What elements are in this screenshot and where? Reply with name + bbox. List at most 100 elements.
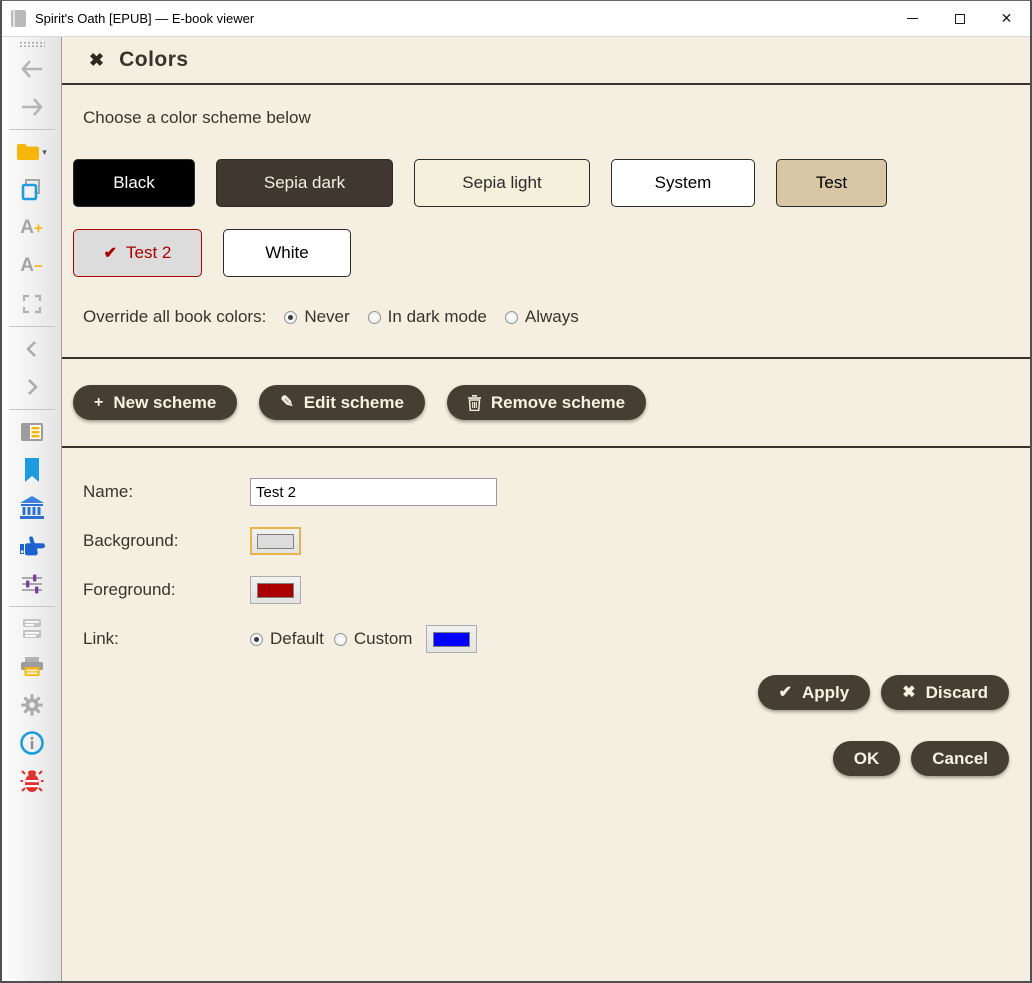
- ebook-viewer-window: Spirit's Oath [EPUB] — E-book viewer ✕ ▾: [0, 0, 1032, 983]
- info-icon: [19, 731, 44, 755]
- sidebar-separator: [8, 326, 55, 327]
- sidebar-separator: [8, 409, 55, 410]
- toolbar-sidebar: ▾ A+ A−: [2, 37, 62, 981]
- link-color-button[interactable]: [426, 625, 478, 653]
- stacked-panels-icon: [22, 619, 41, 638]
- forward-arrow-icon: [21, 98, 43, 116]
- scheme-button-sepia-dark[interactable]: Sepia dark: [216, 159, 393, 207]
- new-scheme-button[interactable]: + New scheme: [73, 385, 238, 420]
- panel-title: Colors: [119, 48, 189, 71]
- fullscreen-icon: [22, 294, 41, 314]
- scheme-button-black[interactable]: Black: [73, 159, 195, 207]
- scheme-actions-row: + New scheme ✎ Edit scheme Remove scheme: [62, 359, 1030, 446]
- info-button[interactable]: [10, 724, 54, 762]
- scheme-name-input[interactable]: [250, 478, 497, 506]
- edit-scheme-button[interactable]: ✎ Edit scheme: [259, 385, 425, 420]
- settings-button[interactable]: [10, 686, 54, 724]
- apply-discard-row: ✔ Apply ✖ Discard: [62, 674, 1030, 710]
- maximize-button[interactable]: [936, 1, 983, 37]
- section-separator: [62, 446, 1030, 448]
- titlebar: Spirit's Oath [EPUB] — E-book viewer ✕: [2, 1, 1030, 37]
- close-icon: ✕: [1000, 10, 1013, 26]
- check-icon: ✔: [778, 683, 792, 701]
- panel-close-icon[interactable]: ✖: [89, 50, 104, 71]
- sliders-icon: [21, 574, 42, 594]
- choose-scheme-label: Choose a color scheme below: [83, 108, 311, 127]
- link-option-custom[interactable]: Custom: [333, 629, 412, 649]
- ok-button[interactable]: OK: [832, 741, 901, 776]
- gear-icon: [20, 694, 43, 716]
- toolbar-drag-handle[interactable]: [18, 41, 45, 48]
- toc-icon: [20, 423, 43, 441]
- close-button[interactable]: ✕: [983, 1, 1030, 37]
- radio-icon[interactable]: [250, 632, 263, 646]
- reference-mode-button[interactable]: [10, 489, 54, 527]
- printer-icon: [20, 657, 43, 676]
- ok-cancel-row: OK Cancel: [62, 710, 1030, 776]
- library-bank-icon: [19, 496, 44, 519]
- scheme-button-system[interactable]: System: [611, 159, 755, 207]
- forward-button[interactable]: [10, 88, 54, 126]
- scheme-button-white[interactable]: White: [223, 229, 351, 277]
- chevron-right-icon: [27, 379, 38, 395]
- background-color-swatch: [257, 533, 294, 549]
- next-section-button[interactable]: [10, 368, 54, 406]
- pencil-icon: ✎: [280, 393, 294, 411]
- back-button[interactable]: [10, 50, 54, 88]
- radio-icon[interactable]: [333, 632, 347, 646]
- font-decrease-icon: A−: [20, 255, 43, 276]
- override-option-always[interactable]: Always: [504, 307, 579, 327]
- lookup-button[interactable]: [10, 527, 54, 565]
- link-color-swatch: [433, 631, 471, 647]
- apply-button[interactable]: ✔ Apply: [757, 675, 871, 710]
- font-increase-icon: A+: [20, 217, 43, 238]
- folder-dropdown-caret-icon: ▾: [42, 146, 47, 157]
- fullscreen-button[interactable]: [10, 285, 54, 323]
- sidebar-separator: [8, 606, 55, 607]
- table-of-contents-button[interactable]: [10, 413, 54, 451]
- cancel-button[interactable]: Cancel: [911, 741, 1009, 776]
- name-row: Name:: [83, 478, 1030, 506]
- copy-button[interactable]: [10, 171, 54, 209]
- window-title: Spirit's Oath [EPUB] — E-book viewer: [35, 11, 255, 26]
- font-decrease-button[interactable]: A−: [10, 247, 54, 285]
- inspector-button[interactable]: [10, 610, 54, 648]
- pointing-hand-icon: [19, 536, 45, 556]
- font-increase-button[interactable]: A+: [10, 209, 54, 247]
- link-label: Link:: [83, 629, 119, 648]
- radio-icon[interactable]: [284, 310, 298, 324]
- foreground-color-button[interactable]: [250, 576, 301, 604]
- foreground-row: Foreground:: [83, 576, 1030, 604]
- previous-section-button[interactable]: [10, 330, 54, 368]
- radio-icon[interactable]: [504, 310, 518, 324]
- scheme-button-test-2[interactable]: ✔ Test 2: [73, 229, 202, 277]
- minimize-button[interactable]: [889, 1, 936, 37]
- background-row: Background:: [83, 527, 1030, 555]
- scheme-list: Black Sepia dark Sepia light System Test…: [62, 159, 1030, 277]
- remove-scheme-button[interactable]: Remove scheme: [446, 385, 647, 420]
- override-colors-row: Override all book colors: Never In dark …: [83, 307, 1030, 327]
- foreground-color-swatch: [257, 582, 294, 598]
- copy-icon: [21, 179, 40, 201]
- scheme-button-test[interactable]: Test: [776, 159, 887, 207]
- chevron-left-icon: [25, 341, 36, 357]
- preferences-button[interactable]: [10, 565, 54, 603]
- bookmarks-button[interactable]: [10, 451, 54, 489]
- radio-icon[interactable]: [367, 310, 381, 324]
- plus-icon: +: [94, 393, 104, 411]
- trash-icon: [467, 394, 481, 411]
- print-button[interactable]: [10, 648, 54, 686]
- override-option-never[interactable]: Never: [284, 307, 350, 327]
- scheme-edit-form: Name: Background: Foreground: Link:: [83, 478, 1030, 674]
- background-color-button[interactable]: [250, 527, 301, 555]
- discard-button[interactable]: ✖ Discard: [881, 675, 1009, 710]
- scheme-button-sepia-light[interactable]: Sepia light: [414, 159, 590, 207]
- x-icon: ✖: [902, 683, 916, 701]
- open-ebook-button[interactable]: ▾: [10, 133, 54, 171]
- debug-button[interactable]: [10, 762, 54, 800]
- sidebar-separator: [8, 129, 55, 130]
- link-option-default[interactable]: Default: [250, 629, 324, 649]
- override-option-in-dark-mode[interactable]: In dark mode: [367, 307, 487, 327]
- minimize-icon: [907, 18, 918, 19]
- override-label: Override all book colors:: [83, 307, 267, 326]
